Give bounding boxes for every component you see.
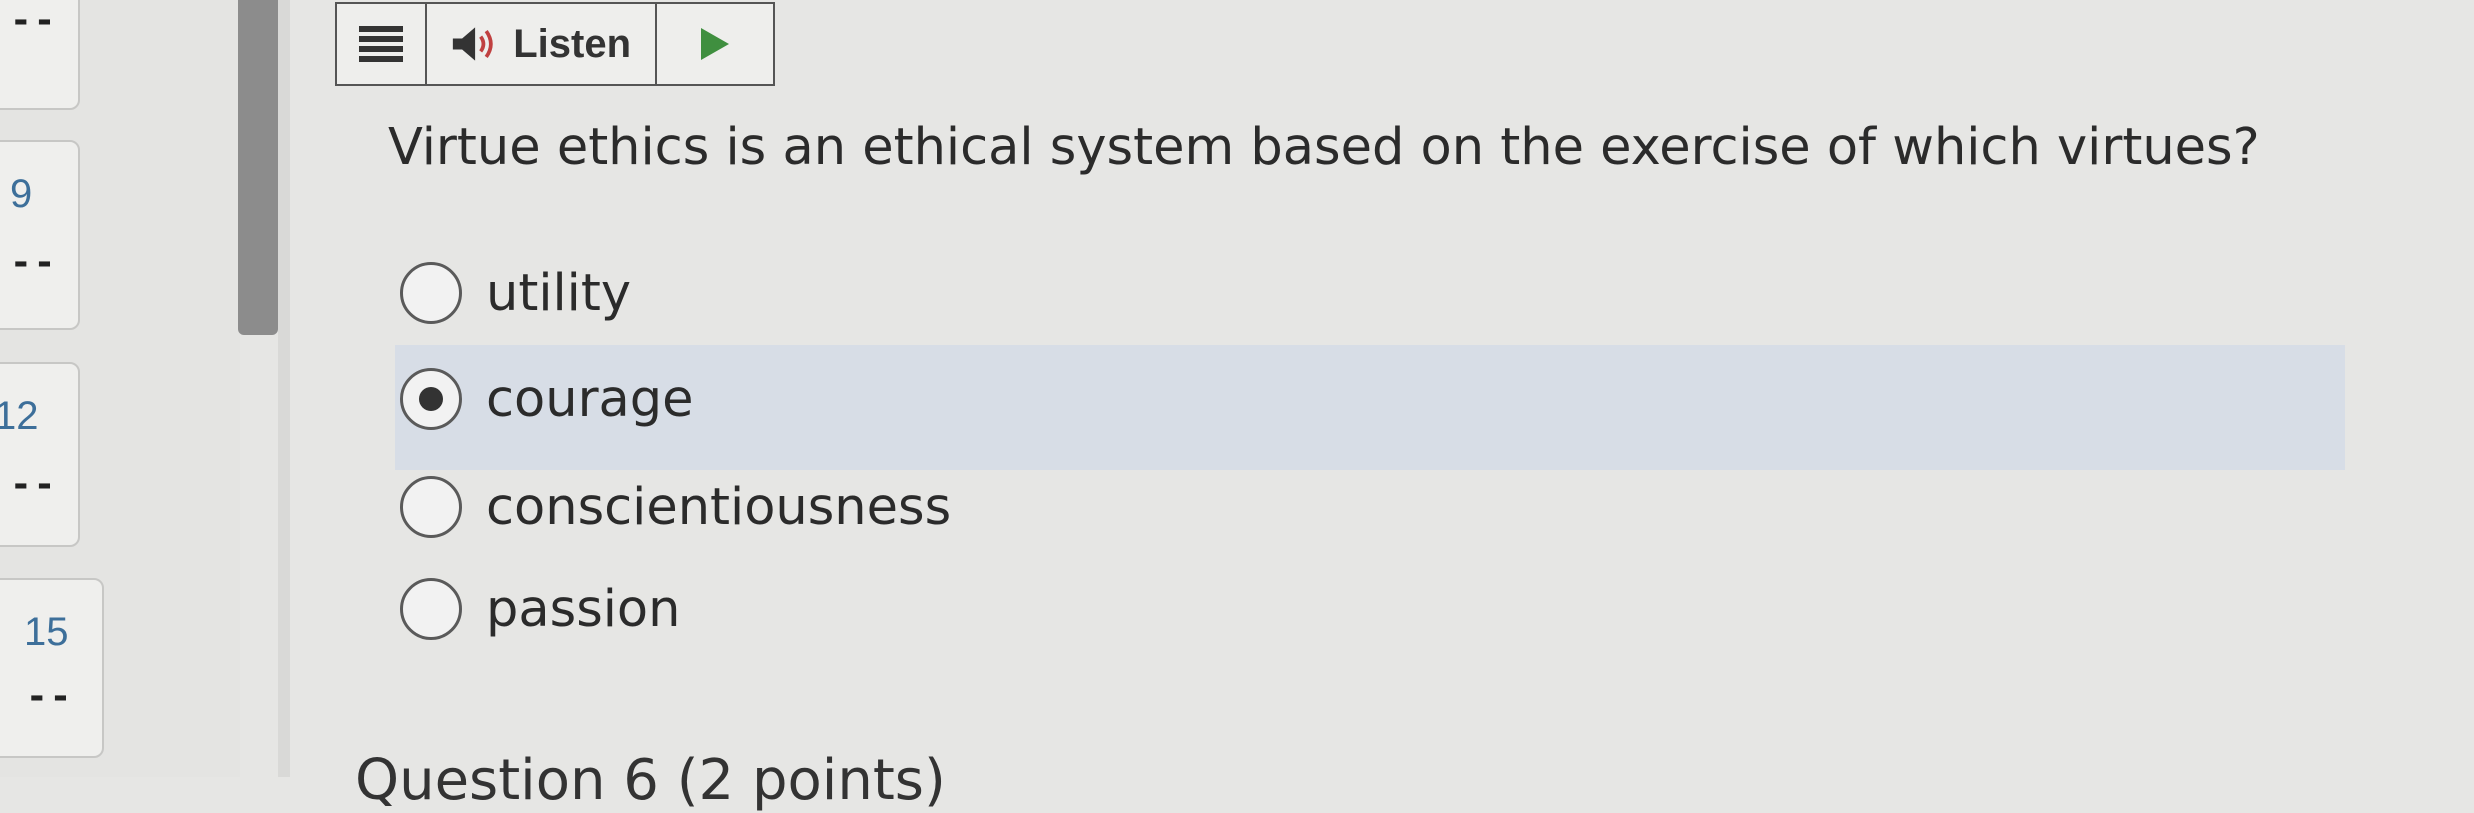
nav-item-number: 15 [24,610,69,654]
listen-label: Listen [513,21,631,66]
nav-item-answer: -- [10,0,58,41]
nav-item-answer: -- [10,464,58,505]
nav-item-9[interactable]: 9 -- [0,140,80,330]
radio-button-selected[interactable] [400,368,462,430]
option-conscientiousness[interactable]: conscientiousness [400,476,951,538]
play-icon [701,28,729,60]
option-label[interactable]: passion [486,580,680,639]
nav-item-answer: -- [26,676,74,717]
nav-item-12[interactable]: 12 -- [0,362,80,547]
nav-item-prev[interactable]: -- [0,0,80,110]
option-passion[interactable]: passion [400,578,680,640]
option-courage[interactable]: courage [400,368,694,430]
nav-item-15[interactable]: 15 -- [0,578,104,758]
option-label[interactable]: courage [486,370,694,429]
question-navigator: -- 9 -- 12 -- 15 -- [0,0,240,777]
nav-item-answer: -- [10,242,58,283]
radio-button[interactable] [400,578,462,640]
navigator-scrollbar-track [278,0,290,777]
speaker-icon [452,27,493,61]
navigator-scrollbar-thumb[interactable] [238,0,278,335]
radio-button[interactable] [400,262,462,324]
listen-button[interactable]: Listen [427,4,657,84]
play-button[interactable] [657,4,773,84]
menu-icon [359,26,403,62]
nav-item-number: 9 [10,172,33,216]
listen-toolbar: Listen [335,2,775,86]
option-utility[interactable]: utility [400,262,631,324]
listen-menu-button[interactable] [337,4,427,84]
next-question-heading: Question 6 (2 points) [355,748,946,813]
nav-item-number: 12 [0,394,39,438]
radio-button[interactable] [400,476,462,538]
question-prompt: Virtue ethics is an ethical system based… [388,118,2260,177]
radio-selected-dot [419,387,443,411]
option-label[interactable]: utility [486,264,631,323]
option-label[interactable]: conscientiousness [486,478,951,537]
